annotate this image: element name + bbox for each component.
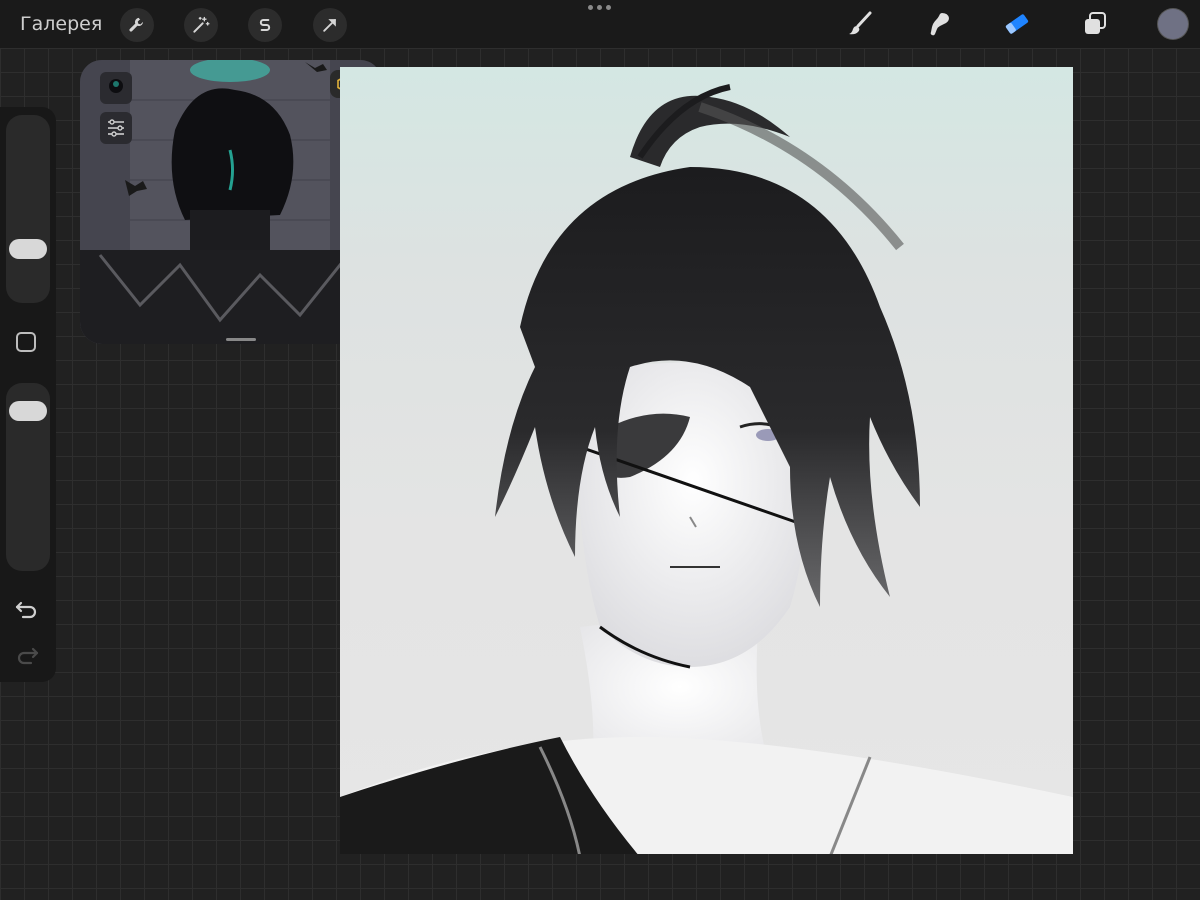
transform-arrow-icon[interactable] xyxy=(313,8,347,42)
magic-wand-icon[interactable] xyxy=(184,8,218,42)
undo-icon[interactable] xyxy=(14,597,40,621)
avatar-icon[interactable] xyxy=(100,72,132,104)
artwork xyxy=(340,84,1073,854)
opacity-slider[interactable] xyxy=(6,383,50,571)
more-options-icon[interactable] xyxy=(588,5,611,10)
sliders-icon[interactable] xyxy=(100,112,132,144)
color-picker-swatch[interactable] xyxy=(1158,9,1188,39)
opacity-thumb[interactable] xyxy=(9,401,47,421)
brush-icon[interactable] xyxy=(846,9,876,39)
layers-icon[interactable] xyxy=(1080,9,1110,39)
reference-window[interactable]: 200 xyxy=(80,60,382,344)
left-sidebar xyxy=(0,107,56,682)
eraser-icon[interactable] xyxy=(1002,9,1032,39)
redo-icon[interactable] xyxy=(14,643,40,667)
selection-s-icon[interactable] xyxy=(248,8,282,42)
top-toolbar: Галерея xyxy=(0,0,1200,48)
gallery-button[interactable]: Галерея xyxy=(20,13,102,35)
drawing-canvas[interactable] xyxy=(340,67,1073,854)
smudge-icon[interactable] xyxy=(924,9,954,39)
modify-button[interactable] xyxy=(16,332,36,352)
brush-size-thumb[interactable] xyxy=(9,239,47,259)
brush-size-slider[interactable] xyxy=(6,115,50,303)
resize-handle[interactable] xyxy=(226,338,256,341)
wrench-icon[interactable] xyxy=(120,8,154,42)
